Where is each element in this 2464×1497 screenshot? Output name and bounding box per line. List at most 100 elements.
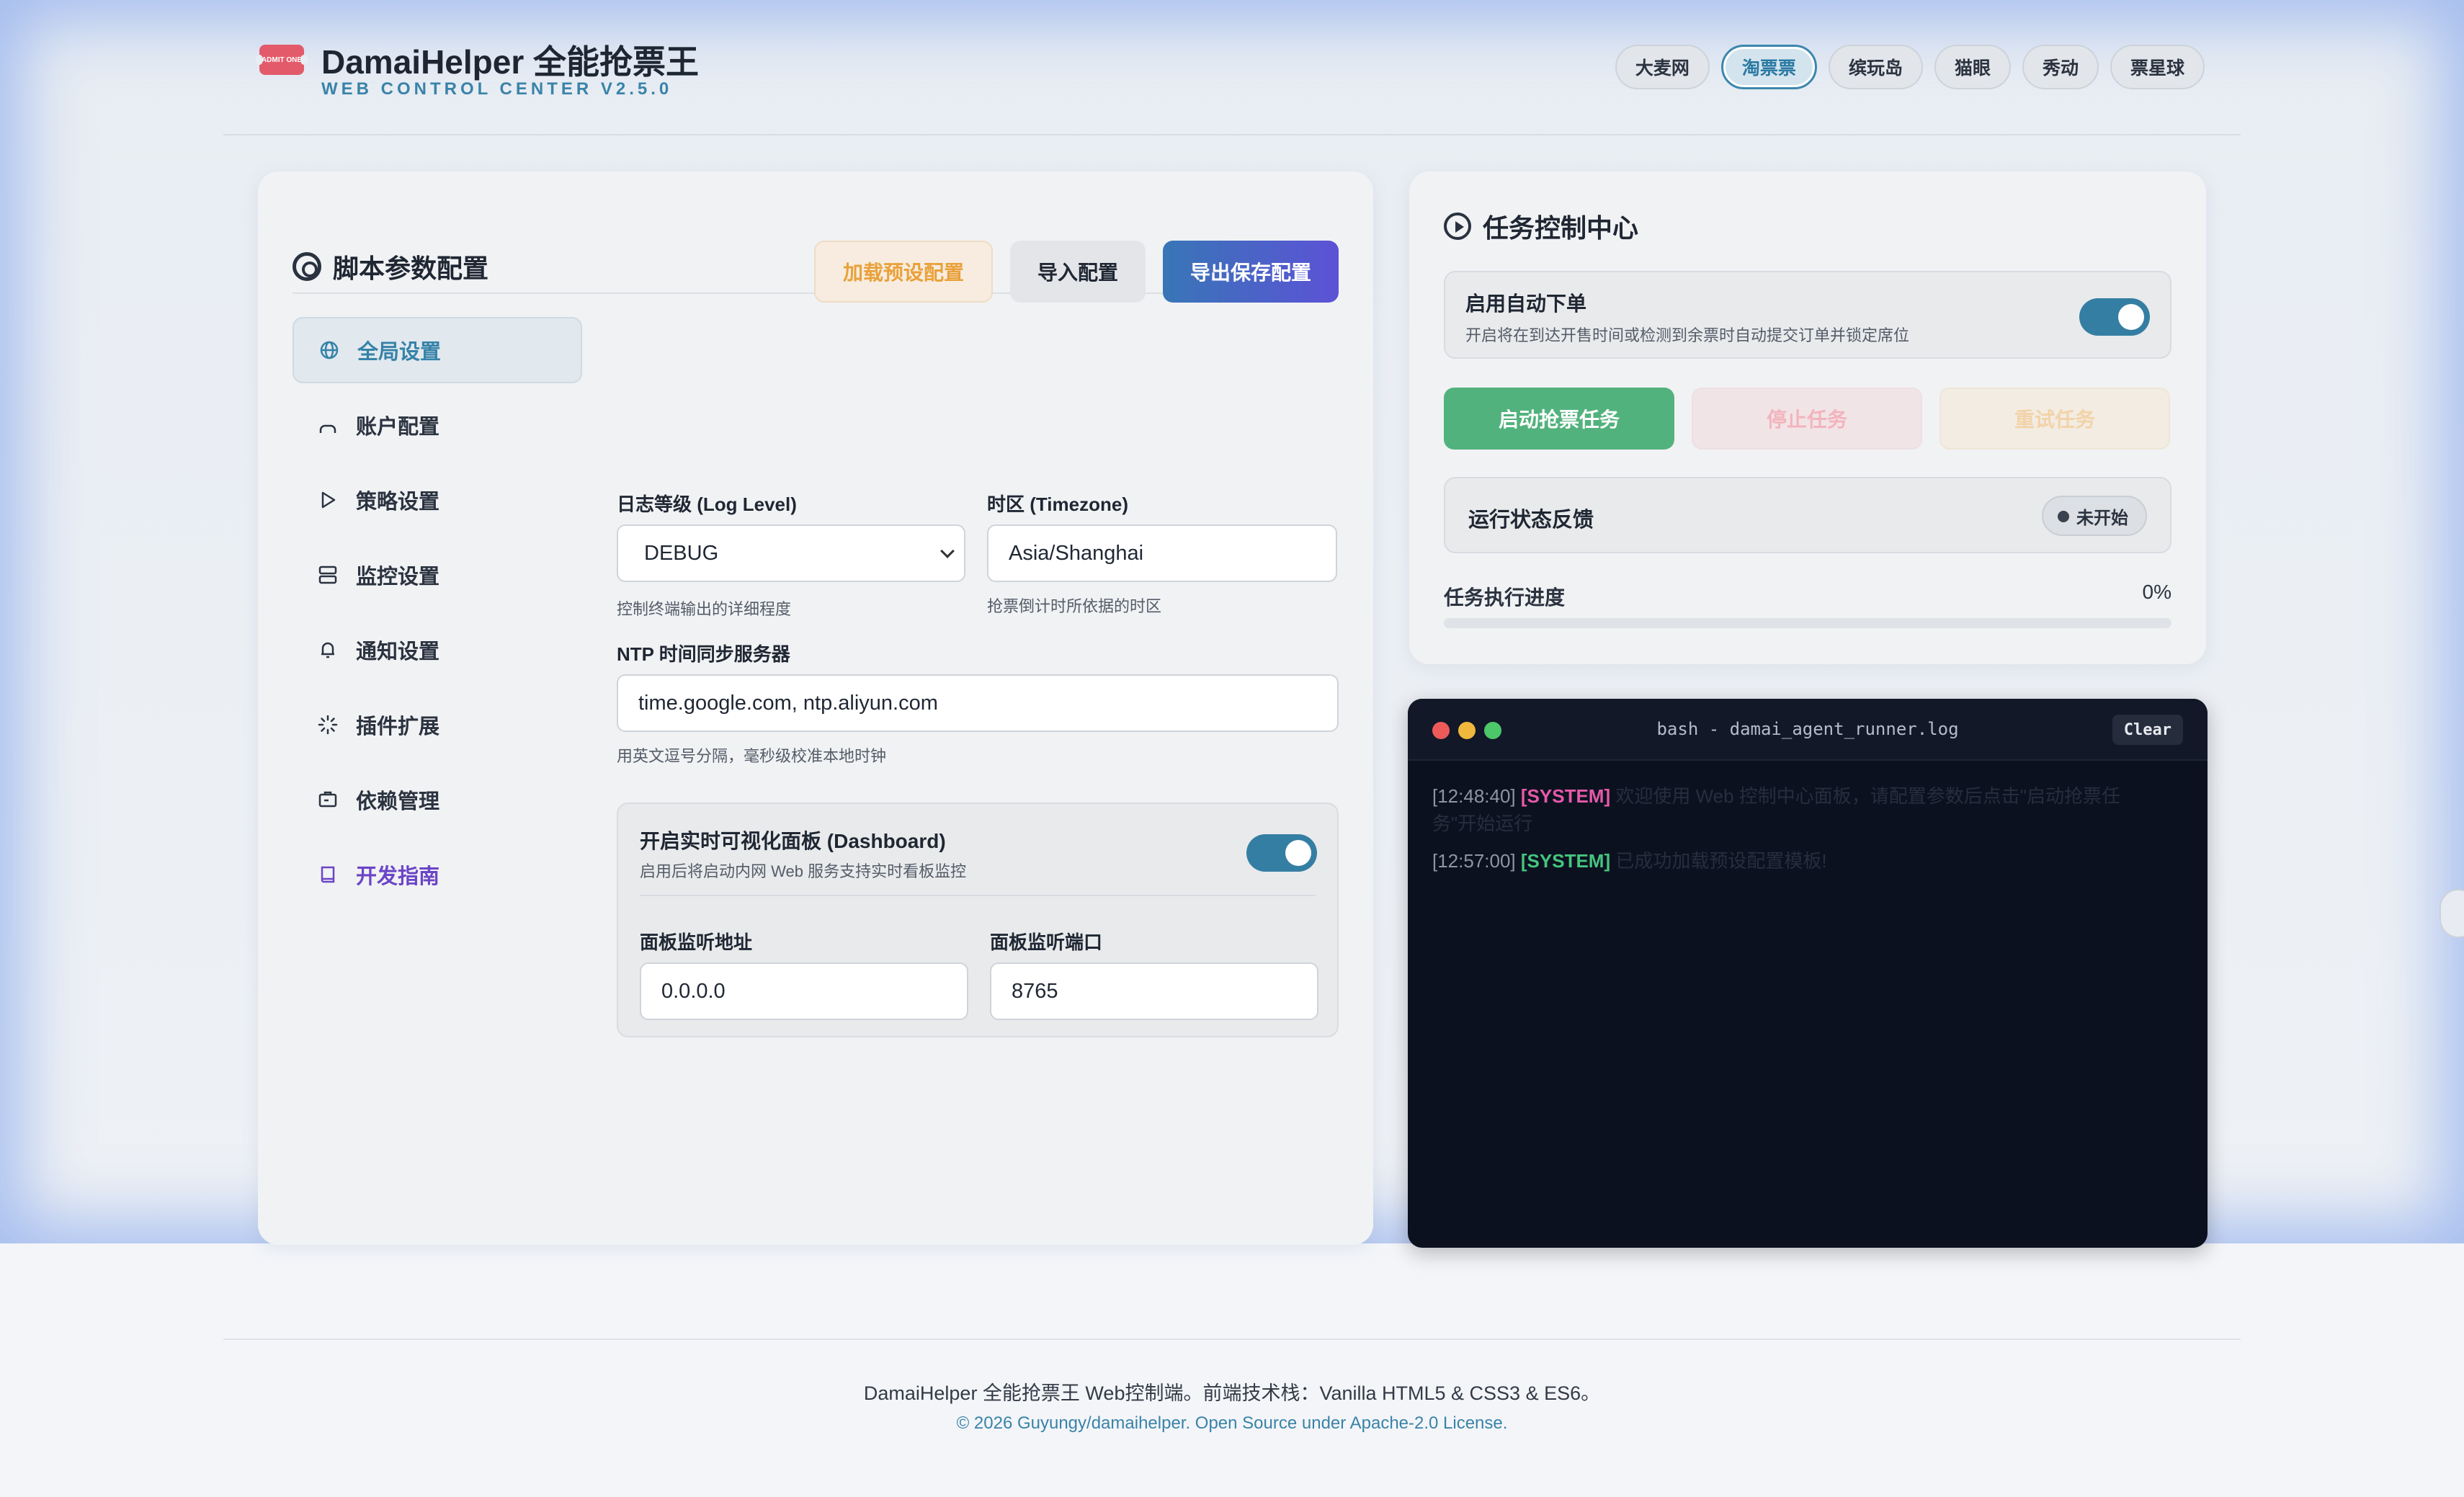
task-control-panel: 任务控制中心 启用自动下单 开启将在到达开售时间或检测到余票时自动提交订单并锁定… xyxy=(1409,171,2206,664)
ticket-logo-icon: ADMIT ONE xyxy=(256,45,308,75)
platform-tab-binwandao[interactable]: 缤玩岛 xyxy=(1828,45,1923,89)
sidebar-item-dev-guide[interactable]: 开发指南 xyxy=(293,841,582,908)
globe-icon xyxy=(318,339,340,361)
stop-task-button[interactable]: 停止任务 xyxy=(1692,388,1922,450)
status-badge: 未开始 xyxy=(2042,496,2147,536)
progress-value: 0% xyxy=(2142,581,2171,603)
config-sidebar: 全局设置 账户配置 策略设置 监控设置 通知设置 插件扩展 依赖管理 开发指南 xyxy=(293,317,582,916)
footer-copyright[interactable]: © 2026 Guyungy/damaihelper. Open Source … xyxy=(0,1413,2464,1434)
server-icon xyxy=(317,564,339,586)
auto-order-box: 启用自动下单 开启将在到达开售时间或检测到余票时自动提交订单并锁定席位 xyxy=(1444,271,2171,359)
dashboard-port-value: 8765 xyxy=(1012,979,1058,1003)
app-title: DamaiHelper 全能抢票王 xyxy=(321,43,700,81)
config-title: 脚本参数配置 xyxy=(293,248,488,285)
clear-log-button[interactable]: Clear xyxy=(2112,715,2183,745)
sidebar-item-dependencies[interactable]: 依赖管理 xyxy=(293,767,582,833)
sidebar-item-label: 全局设置 xyxy=(357,341,442,364)
dashboard-port-label: 面板监听端口 xyxy=(990,931,1103,953)
sidebar-item-notify[interactable]: 通知设置 xyxy=(293,617,582,683)
sidebar-item-label: 监控设置 xyxy=(356,566,440,589)
sidebar-item-strategy[interactable]: 策略设置 xyxy=(293,467,582,533)
platform-tab-maoyan[interactable]: 猫眼 xyxy=(1934,45,2011,89)
task-buttons: 启动抢票任务 停止任务 重试任务 xyxy=(1444,388,2170,450)
footer-divider xyxy=(223,1339,2241,1340)
log-tag: [SYSTEM] xyxy=(1520,785,1611,807)
timezone-value: Asia/Shanghai xyxy=(1009,541,1144,565)
config-actions: 加载预设配置 导入配置 导出保存配置 xyxy=(813,241,1339,303)
terminal-titlebar: bash - damai_agent_runner.log Clear xyxy=(1408,699,2208,761)
load-preset-button[interactable]: 加载预设配置 xyxy=(813,241,993,303)
dashboard-settings-box: 开启实时可视化面板 (Dashboard) 启用后将启动内网 Web 服务支持实… xyxy=(617,803,1339,1037)
platform-tab-damai[interactable]: 大麦网 xyxy=(1615,45,1710,89)
import-config-button[interactable]: 导入配置 xyxy=(1009,241,1146,303)
sidebar-item-account[interactable]: 账户配置 xyxy=(293,392,582,458)
platform-tab-piaoxingqiu[interactable]: 票星球 xyxy=(2110,45,2205,89)
gear-icon xyxy=(293,252,321,281)
dashboard-title: 开启实时可视化面板 (Dashboard) xyxy=(640,830,946,852)
book-icon xyxy=(317,864,339,885)
header: ADMIT ONE DamaiHelper 全能抢票王 WEB CONTROL … xyxy=(223,0,2241,135)
sidebar-item-label: 策略设置 xyxy=(356,491,440,514)
terminal-panel: bash - damai_agent_runner.log Clear [12:… xyxy=(1408,699,2208,1248)
progress-label: 任务执行进度 xyxy=(1444,586,1566,609)
dashboard-addr-input[interactable]: 0.0.0.0 xyxy=(640,962,968,1020)
user-icon xyxy=(317,414,339,436)
start-task-button[interactable]: 启动抢票任务 xyxy=(1444,388,1674,450)
sidebar-item-label: 通知设置 xyxy=(356,640,440,663)
config-panel-header: 脚本参数配置 加载预设配置 导入配置 导出保存配置 xyxy=(293,206,1339,303)
dashboard-addr-value: 0.0.0.0 xyxy=(661,979,726,1003)
sidebar-item-monitor[interactable]: 监控设置 xyxy=(293,542,582,608)
log-level-select[interactable]: DEBUG xyxy=(617,524,965,582)
export-config-button[interactable]: 导出保存配置 xyxy=(1162,241,1339,303)
auto-order-toggle[interactable] xyxy=(2079,298,2150,336)
platform-tab-taopiaopiao[interactable]: 淘票票 xyxy=(1720,45,1817,89)
auto-order-desc: 开启将在到达开售时间或检测到余票时自动提交订单并锁定席位 xyxy=(1465,326,1910,344)
dashboard-port-input[interactable]: 8765 xyxy=(990,962,1318,1020)
log-timestamp: [12:57:00] xyxy=(1432,850,1516,872)
ntp-label: NTP 时间同步服务器 xyxy=(617,643,790,665)
terminal-title: bash - damai_agent_runner.log xyxy=(1656,719,1959,739)
platform-tab-xiudong[interactable]: 秀动 xyxy=(2022,45,2099,89)
control-title-text: 任务控制中心 xyxy=(1483,213,1639,243)
chevron-down-icon xyxy=(940,544,955,558)
dashboard-desc: 启用后将启动内网 Web 服务支持实时看板监控 xyxy=(640,862,967,880)
ntp-input[interactable]: time.google.com, ntp.aliyun.com xyxy=(617,674,1339,732)
divider xyxy=(640,895,1316,896)
page-lower-area xyxy=(0,1243,2464,1497)
retry-task-button[interactable]: 重试任务 xyxy=(1939,388,2170,450)
bell-icon xyxy=(317,639,339,661)
sidebar-item-label: 插件扩展 xyxy=(356,715,440,738)
sidebar-item-plugins[interactable]: 插件扩展 xyxy=(293,692,582,758)
sidebar-item-label: 开发指南 xyxy=(356,865,440,888)
timezone-hint: 抢票倒计时所依据的时区 xyxy=(987,597,1162,615)
side-drawer-handle[interactable] xyxy=(2440,889,2464,938)
package-icon xyxy=(317,789,339,810)
status-label: 运行状态反馈 xyxy=(1468,509,1594,532)
sidebar-item-label: 账户配置 xyxy=(356,416,440,439)
log-message: 已成功加载预设配置模板! xyxy=(1615,850,1827,872)
config-panel: 脚本参数配置 加载预设配置 导入配置 导出保存配置 全局设置 账户配置 策略设置 xyxy=(258,171,1373,1245)
dashboard-toggle[interactable] xyxy=(1246,834,1317,872)
play-icon xyxy=(317,489,339,511)
loader-icon xyxy=(317,714,339,736)
sidebar-item-global[interactable]: 全局设置 xyxy=(293,317,582,383)
timezone-label: 时区 (Timezone) xyxy=(987,493,1128,515)
log-level-label: 日志等级 (Log Level) xyxy=(617,493,797,515)
auto-order-title: 启用自动下单 xyxy=(1465,292,1587,315)
logo-text: ADMIT ONE xyxy=(261,55,303,64)
sidebar-item-label: 依赖管理 xyxy=(356,790,440,813)
log-level-value: DEBUG xyxy=(644,541,719,565)
dashboard-addr-label: 面板监听地址 xyxy=(640,931,753,953)
log-timestamp: [12:48:40] xyxy=(1432,785,1516,807)
footer-description: DamaiHelper 全能抢票王 Web控制端。前端技术栈：Vanilla H… xyxy=(863,1382,1601,1404)
ntp-value: time.google.com, ntp.aliyun.com xyxy=(638,691,938,715)
timezone-input[interactable]: Asia/Shanghai xyxy=(987,524,1337,582)
log-line: [12:48:40] [SYSTEM] 欢迎使用 Web 控制中心面板，请配置参… xyxy=(1432,782,2157,837)
app-subtitle: WEB CONTROL CENTER V2.5.0 xyxy=(321,79,673,99)
status-box: 运行状态反馈 未开始 xyxy=(1444,477,2171,553)
log-line: [12:57:00] [SYSTEM] 已成功加载预设配置模板! xyxy=(1432,847,2157,875)
play-circle-icon xyxy=(1444,213,1471,240)
progress-bar xyxy=(1444,618,2171,628)
control-title: 任务控制中心 xyxy=(1444,207,1638,245)
config-title-text: 脚本参数配置 xyxy=(333,254,489,283)
